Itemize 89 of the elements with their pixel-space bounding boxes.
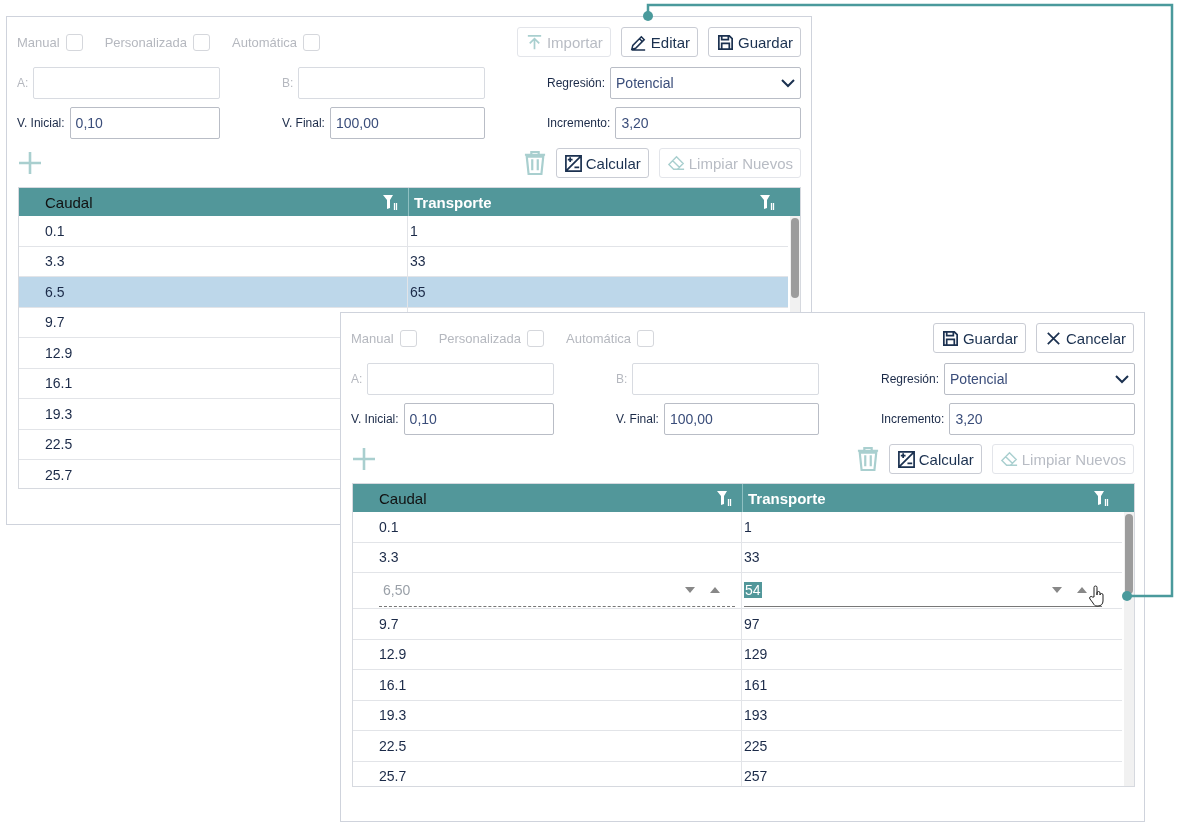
plus-icon[interactable] <box>18 151 42 175</box>
table-cell: 129 <box>744 646 768 663</box>
selected-row[interactable]: 6.5 65 <box>19 277 788 308</box>
table-cell: 12.9 <box>45 344 73 361</box>
checkbox-label: Personalizada <box>104 34 188 50</box>
trash-icon[interactable] <box>523 150 546 176</box>
field-label: V. Final: <box>616 412 659 426</box>
checkbox-label: Manual <box>351 330 394 346</box>
eraser-icon <box>999 449 1019 469</box>
table-row[interactable]: 22.5 225 <box>353 731 1122 762</box>
field-label: B: <box>282 76 294 90</box>
field-label: V. Inicial: <box>17 116 65 130</box>
input-field[interactable]: 100,00 <box>663 403 819 435</box>
table-cell: 193 <box>744 707 768 724</box>
field-label: Regresión: <box>547 76 606 90</box>
filter-icon[interactable] <box>382 194 398 210</box>
calculate-button[interactable]: Calcular <box>888 444 982 474</box>
table-cell: 16.1 <box>379 676 407 693</box>
eraser-icon <box>666 153 686 173</box>
calculate-button[interactable]: Calcular <box>555 148 649 178</box>
input-field[interactable]: 100,00 <box>329 107 485 139</box>
scrollbar-thumb[interactable] <box>1125 514 1133 594</box>
hand-cursor-icon <box>1089 585 1105 607</box>
table-cell: 19.3 <box>45 405 73 422</box>
cancel-button[interactable]: Cancelar <box>1035 323 1134 353</box>
scrollbar-thumb[interactable] <box>791 218 799 298</box>
field-label: B: <box>616 372 628 386</box>
table-cell: 16.1 <box>45 375 73 392</box>
table-cell: 22.5 <box>45 436 73 453</box>
table-cell: 65 <box>410 283 426 300</box>
filter-icon[interactable] <box>759 194 775 210</box>
table-row[interactable]: 12.9 129 <box>353 639 1122 670</box>
save-button[interactable]: Guardar <box>932 323 1026 353</box>
table-row[interactable]: 3.3 33 <box>353 542 1122 573</box>
regression-dropdown[interactable]: Potencial <box>944 363 1135 395</box>
checkbox-label: Personalizada <box>438 330 522 346</box>
table-cell: 19.3 <box>379 707 407 724</box>
table-cell: 3.3 <box>45 253 65 270</box>
input-field[interactable]: 3,20 <box>949 403 1135 435</box>
edit-button[interactable]: Editar <box>620 27 698 57</box>
table-cell: 9.7 <box>45 314 65 331</box>
field-label: A: <box>17 76 29 90</box>
field-label: A: <box>351 372 363 386</box>
table-cell: 12.9 <box>379 646 407 663</box>
table-cell: 9.7 <box>379 615 399 632</box>
input-field[interactable]: 3,20 <box>615 107 801 139</box>
chevron-down-icon <box>781 78 795 88</box>
table-row[interactable]: 19.3 193 <box>353 700 1122 731</box>
table-cell: 0.1 <box>45 222 65 239</box>
checkbox-label: Automática <box>232 34 298 50</box>
table-row[interactable]: 16.1 161 <box>353 670 1122 701</box>
table-cell: 25.7 <box>379 768 407 785</box>
table-cell: 3.3 <box>379 549 399 566</box>
chevron-down-icon <box>1115 374 1129 384</box>
table-row[interactable]: 3.3 33 <box>19 246 788 277</box>
save-button[interactable]: Guardar <box>707 27 801 57</box>
save-icon <box>715 32 735 52</box>
field-label: V. Final: <box>282 116 325 130</box>
table-cell: 257 <box>744 768 768 785</box>
save-icon <box>940 328 960 348</box>
table-row[interactable]: 0.1 1 <box>19 216 788 247</box>
table-cell: 6.5 <box>45 283 65 300</box>
field-label: V. Inicial: <box>351 412 399 426</box>
filter-icon[interactable] <box>1093 490 1109 506</box>
table-row[interactable]: 0.1 1 <box>353 512 1122 543</box>
table-cell: 22.5 <box>379 737 407 754</box>
field-label: Incremento: <box>547 116 611 130</box>
plus-icon[interactable] <box>352 447 376 471</box>
checkbox-label: Automática <box>566 330 632 346</box>
checkbox-label: Manual <box>17 34 60 50</box>
table-cell: 0.1 <box>379 518 399 535</box>
table-cell: 1 <box>744 518 752 535</box>
table-cell: 161 <box>744 676 768 693</box>
plus-minus-icon <box>896 449 916 469</box>
field-label: Regresión: <box>881 372 940 386</box>
regression-dropdown[interactable]: Potencial <box>610 67 801 99</box>
input-field[interactable]: 0,10 <box>69 107 220 139</box>
table-cell: 33 <box>410 253 426 270</box>
trash-icon[interactable] <box>856 446 879 472</box>
plus-minus-icon <box>563 153 583 173</box>
table-cell: 97 <box>744 615 760 632</box>
table-cell: 25.7 <box>45 466 73 483</box>
input-field[interactable]: 0,10 <box>403 403 554 435</box>
table-cell: 1 <box>410 222 418 239</box>
table-cell: 225 <box>744 737 768 754</box>
field-label: Incremento: <box>881 412 945 426</box>
filter-icon[interactable] <box>716 490 732 506</box>
table-cell: 33 <box>744 549 760 566</box>
table-row[interactable]: 9.7 97 <box>353 609 1122 640</box>
